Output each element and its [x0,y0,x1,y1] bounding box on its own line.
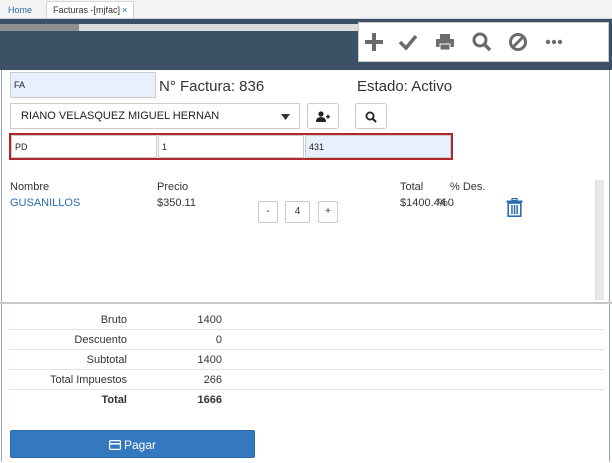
add-client-button[interactable] [307,103,339,129]
field-code[interactable] [305,135,451,158]
qty-minus-button[interactable]: - [258,201,278,223]
tab-facturas[interactable]: Facturas -[mjfac] × [46,1,135,18]
add-user-icon [316,111,330,122]
client-select[interactable]: RIANO VELASQUEZ MIGUEL HERNAN [10,103,300,129]
totals-label: Total Impuestos [9,369,127,390]
pay-button-label: Pagar [123,438,157,452]
search-client-button[interactable] [355,103,387,129]
totals-label: Bruto [9,310,127,330]
trash-icon[interactable] [506,198,523,217]
print-icon[interactable] [435,32,455,52]
chevron-down-icon [281,114,290,120]
item-name[interactable]: GUSANILLOS [10,197,80,209]
plus-icon[interactable] [364,32,384,52]
totals-table: Bruto 1400 Descuento 0 Subtotal 1400 Tot… [9,310,604,409]
totals-label: Total [101,393,127,406]
totals-row-impuestos: Total Impuestos 266 [9,369,604,390]
col-price-header: Precio [157,181,189,193]
field-pd[interactable] [11,135,157,158]
totals-row-subtotal: Subtotal 1400 [9,349,604,370]
col-discount-header: % Des. [450,181,486,193]
totals-label: Descuento [9,329,127,350]
tab-home[interactable]: Home [2,2,38,18]
totals-value: 266 [127,369,222,390]
totals-value: 1400 [127,310,222,330]
client-select-value: RIANO VELASQUEZ MIGUEL HERNAN [21,110,220,122]
item-discount: %0 [438,197,454,209]
totals-label: Subtotal [9,349,127,370]
col-name-header: Nombre [10,181,50,193]
totals-row-bruto: Bruto 1400 [9,310,604,330]
item-price: $350.11 [157,197,196,209]
totals-value: 0 [127,329,222,350]
credit-card-icon [108,440,121,451]
invoice-number: N° Factura: 836 [159,78,265,95]
progress-fill [0,24,79,31]
items-list [3,178,604,303]
totals-value: 1666 [197,393,222,406]
qty-value[interactable]: 4 [285,201,310,223]
field-quantity[interactable] [158,135,304,158]
ban-icon[interactable] [508,32,528,52]
pay-button[interactable]: Pagar [10,430,255,458]
close-tab-icon[interactable]: × [122,5,127,15]
more-icon[interactable] [544,32,564,52]
qty-plus-button[interactable]: + [318,201,338,223]
search-icon[interactable] [472,32,492,52]
totals-value: 1400 [127,349,222,370]
col-total-header: Total [400,181,424,193]
check-icon[interactable] [398,32,418,52]
search-icon [365,111,377,123]
items-scrollbar[interactable] [595,180,604,300]
totals-row-descuento: Descuento 0 [9,329,604,350]
doc-type-field[interactable] [10,72,156,98]
totals-row-total: Total 1666 [9,390,604,410]
divider [0,302,612,304]
invoice-status: Estado: Activo [357,78,453,95]
tab-facturas-label: Facturas -[mjfac] [53,5,121,15]
